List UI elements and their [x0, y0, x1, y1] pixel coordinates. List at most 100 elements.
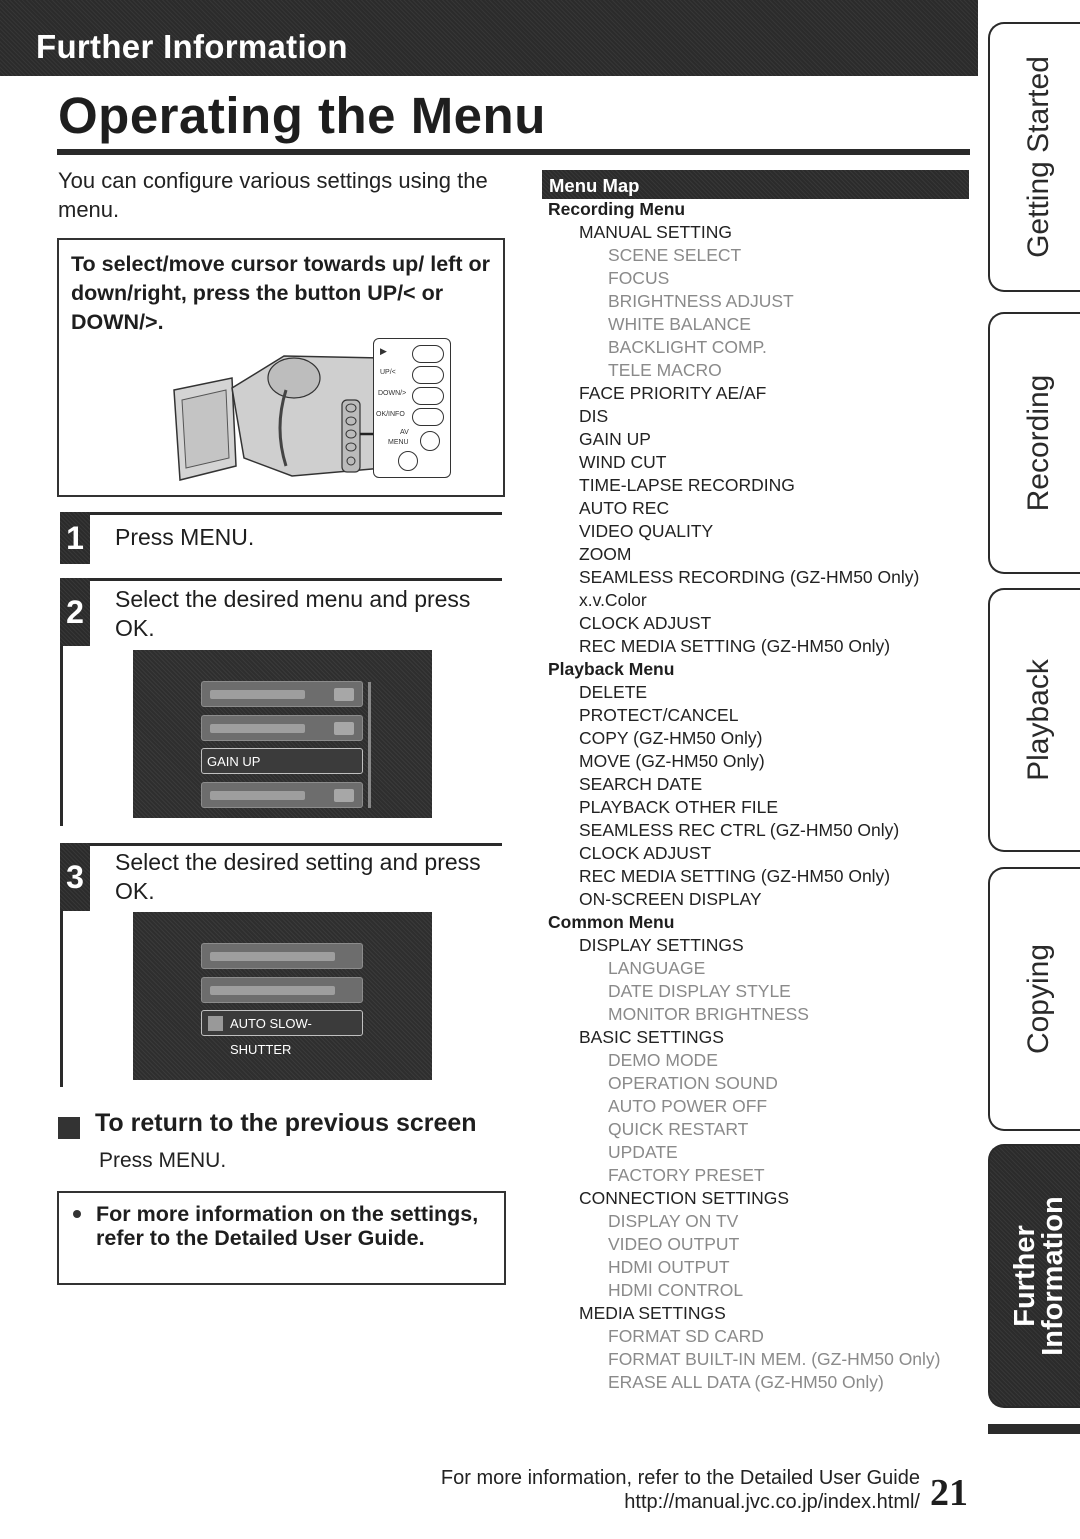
menu-map-subitem: DATE DISPLAY STYLE [608, 981, 791, 1001]
setting-screen-item-label: AUTO SLOW-SHUTTER [230, 1016, 312, 1057]
menu-map-subitem: FORMAT BUILT-IN MEM. (GZ-HM50 Only) [608, 1349, 941, 1369]
menu-map-item: CONNECTION SETTINGS [579, 1188, 790, 1208]
menu-map-item: REC MEDIA SETTING (GZ-HM50 Only) [579, 866, 891, 886]
menu-map-item: COPY (GZ-HM50 Only) [579, 728, 763, 748]
menu-map-item: AUTO REC [579, 498, 670, 518]
up-button [412, 366, 444, 384]
side-tab-bottom-bar [988, 1424, 1080, 1434]
step-2-number: 2 [60, 578, 90, 646]
bullet-icon [73, 1210, 81, 1218]
button-panel-callout: ▶ UP/< DOWN/> OK/INFO AV MENU [373, 338, 451, 478]
section-label: Further Information [36, 28, 348, 65]
side-tab-getting-started[interactable]: Getting Started [988, 22, 1080, 292]
side-tab-label: Playback [1022, 659, 1055, 781]
menu-screen-item [201, 681, 363, 707]
menu-map-subitem: SCENE SELECT [608, 245, 742, 265]
menu-map-subitem: DISPLAY ON TV [608, 1211, 739, 1231]
menu-map-subitem: MONITOR BRIGHTNESS [608, 1004, 809, 1024]
menu-map-subitem: VIDEO OUTPUT [608, 1234, 740, 1254]
menu-map-item: PLAYBACK OTHER FILE [579, 797, 779, 817]
menu-map-item: SEAMLESS REC CTRL (GZ-HM50 Only) [579, 820, 900, 840]
menu-map-subitem: FORMAT SD CARD [608, 1326, 764, 1346]
side-tab-playback[interactable]: Playback [988, 588, 1080, 852]
menu-map-header: Menu Map [542, 170, 969, 199]
step-2-rule [60, 578, 502, 581]
side-tab-label: Recording [1022, 374, 1055, 512]
side-tab-copying[interactable]: Copying [988, 867, 1080, 1131]
page-number: 21 [930, 1472, 968, 1514]
menu-map-item: SEARCH DATE [579, 774, 703, 794]
menu-map-subitem: BRIGHTNESS ADJUST [608, 291, 794, 311]
menu-map-item: WIND CUT [579, 452, 667, 472]
menu-map-subitem: TELE MACRO [608, 360, 722, 380]
menu-map-subitem: DEMO MODE [608, 1050, 718, 1070]
title-divider [57, 149, 970, 155]
menu-map-subitem: QUICK RESTART [608, 1119, 749, 1139]
menu-map-subitem: HDMI CONTROL [608, 1280, 744, 1300]
menu-map-item: DIS [579, 406, 609, 426]
menu-map-item: MOVE (GZ-HM50 Only) [579, 751, 765, 771]
cursor-instruction-text: To select/move cursor towards up/ left o… [71, 252, 490, 334]
menu-map-item: MANUAL SETTING [579, 222, 732, 242]
setting-screen-item [201, 943, 363, 969]
menu-map-category: Playback Menu [548, 659, 675, 679]
menu-map-subitem: WHITE BALANCE [608, 314, 751, 334]
menu-screen-item [201, 715, 363, 741]
step-1-text: Press MENU. [115, 524, 255, 550]
side-tab-label: Getting Started [1022, 56, 1055, 258]
menu-map-item: CLOCK ADJUST [579, 843, 712, 863]
side-tab-label-line1: Further [1009, 1225, 1041, 1327]
menu-map-subitem: ERASE ALL DATA (GZ-HM50 Only) [608, 1372, 884, 1392]
menu-map-subitem: UPDATE [608, 1142, 678, 1162]
page-title: Operating the Menu [58, 87, 546, 144]
menu-screen-item [201, 782, 363, 808]
menu-screen-scrollbar [368, 682, 371, 808]
menu-map-category: Recording Menu [548, 199, 686, 219]
section-header-band: Further Information [0, 0, 978, 76]
menu-map-subitem: OPERATION SOUND [608, 1073, 778, 1093]
menu-map-item: FACE PRIORITY AE/AF [579, 383, 767, 403]
side-tab-label: Further Information [1009, 1196, 1069, 1356]
menu-map-item: PROTECT/CANCEL [579, 705, 739, 725]
setting-screen-preview: AUTO SLOW-SHUTTER [133, 912, 432, 1080]
menu-map-title: Menu Map [549, 175, 640, 196]
menu-map-item: MEDIA SETTINGS [579, 1303, 726, 1323]
section-bullet-square [58, 1117, 80, 1139]
menu-screen-item-selected: GAIN UP [201, 748, 363, 774]
menu-map-item: BASIC SETTINGS [579, 1027, 724, 1047]
ok-info-button [412, 408, 444, 426]
auto-slow-shutter-icon [208, 1016, 223, 1031]
footer-reference-text: For more information, refer to the Detai… [440, 1467, 920, 1489]
up-button-label: UP/< [380, 369, 396, 376]
step-3-number: 3 [60, 843, 90, 911]
menu-map-item: ZOOM [579, 544, 632, 564]
menu-map-item: GAIN UP [579, 429, 651, 449]
return-heading: To return to the previous screen [95, 1109, 477, 1137]
menu-map-subitem: FACTORY PRESET [608, 1165, 765, 1185]
menu-map-item: TIME-LAPSE RECORDING [579, 475, 795, 495]
side-tab-further-information[interactable]: Further Information [988, 1144, 1080, 1408]
playback-button [412, 345, 444, 363]
menu-map-item: SEAMLESS RECORDING (GZ-HM50 Only) [579, 567, 920, 587]
menu-map-item: VIDEO QUALITY [579, 521, 714, 541]
down-button [412, 387, 444, 405]
menu-map-category: Common Menu [548, 912, 675, 932]
menu-map-item: DISPLAY SETTINGS [579, 935, 744, 955]
footer-url-link[interactable]: http://manual.jvc.co.jp/index.html/ [390, 1491, 920, 1514]
menu-map-subitem: BACKLIGHT COMP. [608, 337, 767, 357]
note-box: For more information on the settings, re… [57, 1191, 506, 1285]
menu-map-item: CLOCK ADJUST [579, 613, 712, 633]
side-tab-recording[interactable]: Recording [988, 312, 1080, 574]
menu-button [398, 451, 418, 471]
side-tab-label: Copying [1022, 943, 1055, 1055]
play-icon: ▶ [380, 346, 387, 356]
step-3-side-line [60, 911, 63, 1087]
setting-screen-item-selected: AUTO SLOW-SHUTTER [201, 1010, 363, 1057]
note-text: For more information on the settings, re… [96, 1202, 479, 1250]
step-3-text: Select the desired setting and press OK. [115, 849, 481, 904]
av-button-label: AV [400, 429, 409, 436]
menu-screen-preview: GAIN UP [133, 650, 432, 818]
menu-map-list: Recording Menu MANUAL SETTING SCENE SELECT… [548, 198, 978, 1394]
menu-map-subitem: HDMI OUTPUT [608, 1257, 730, 1277]
setting-screen-item [201, 977, 363, 1003]
